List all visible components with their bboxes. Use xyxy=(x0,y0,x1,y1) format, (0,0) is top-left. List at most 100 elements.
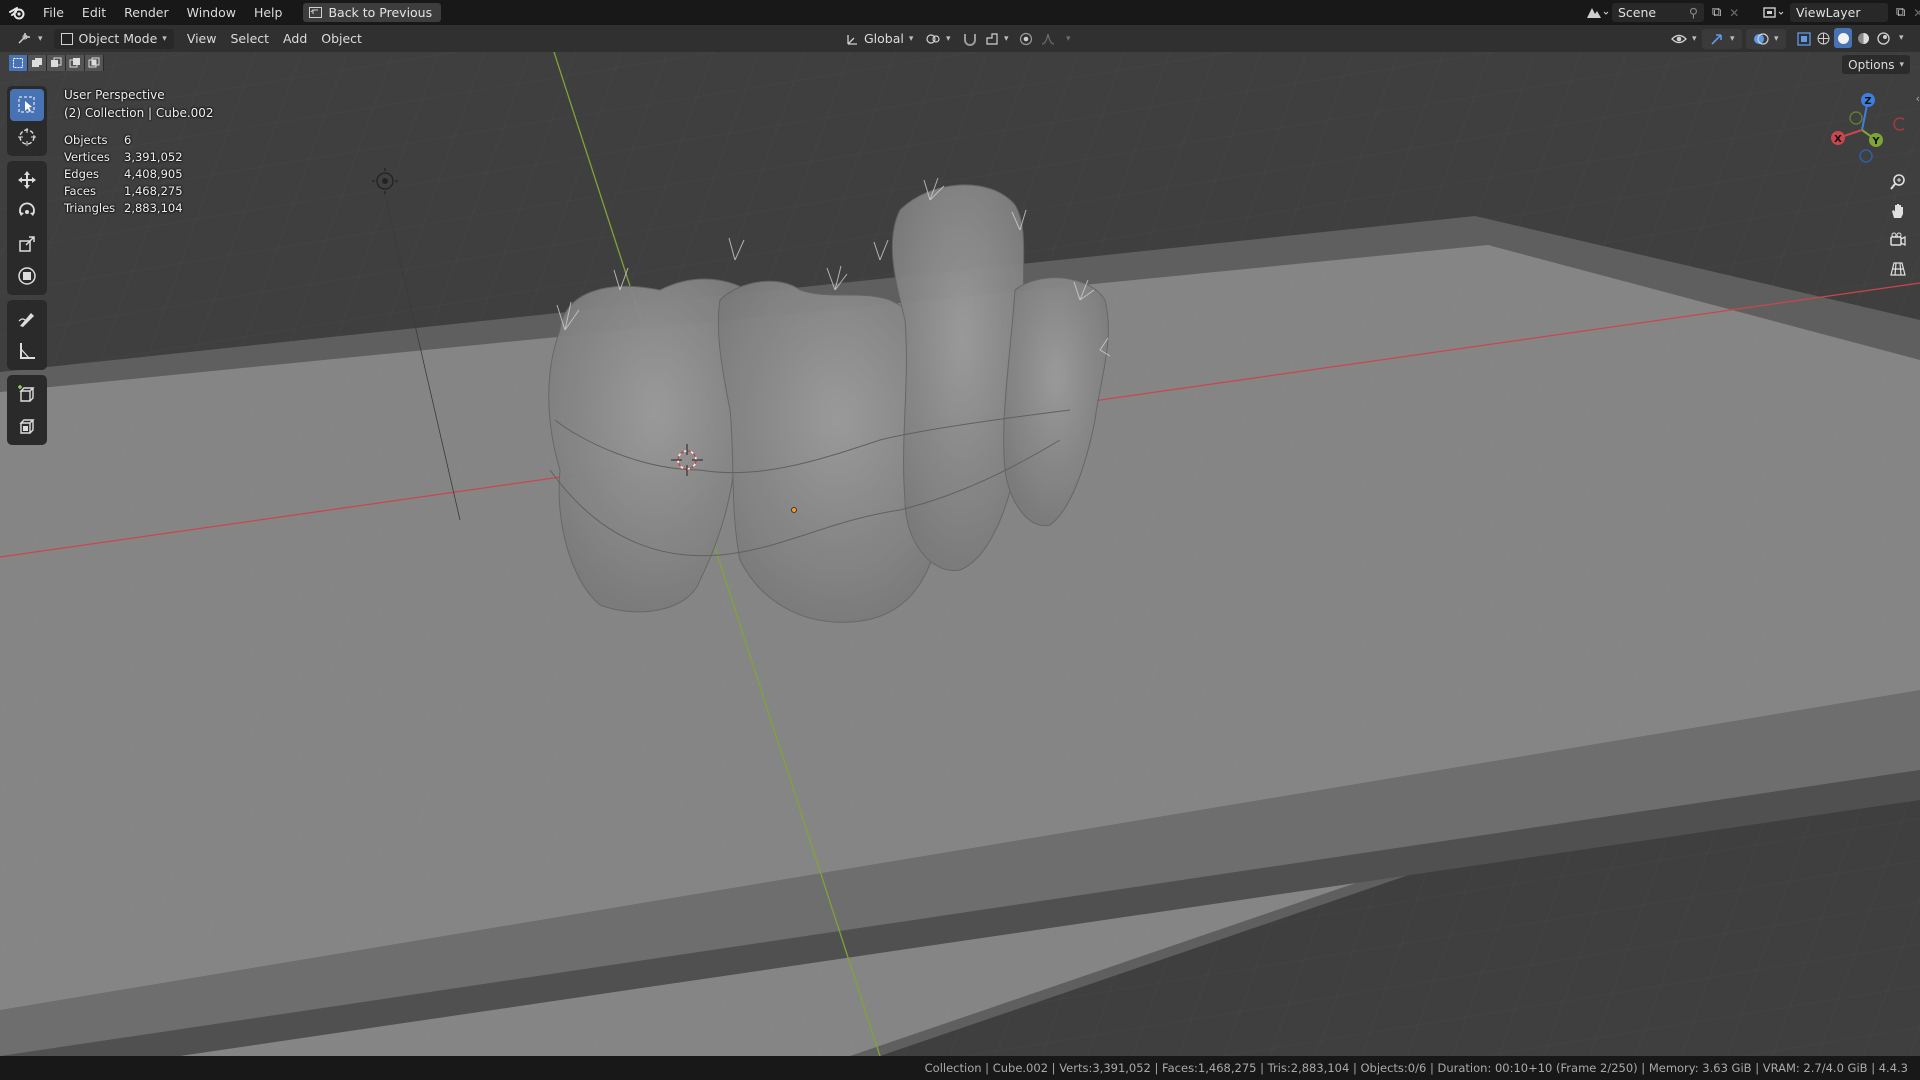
view-layer-name-field[interactable]: ViewLayer xyxy=(1796,5,1861,20)
gizmo-y-label: Y xyxy=(1871,136,1880,147)
object-origin xyxy=(791,507,797,513)
tool-group-add xyxy=(7,375,47,445)
gizmo-toggle[interactable]: ▾ xyxy=(1702,28,1742,49)
chevron-down-icon: ▾ xyxy=(908,33,914,44)
annotate-tool-icon[interactable] xyxy=(10,303,44,335)
add-object-tool-icon[interactable] xyxy=(10,410,44,442)
select-subtract-icon[interactable] xyxy=(47,55,66,71)
top-bar: File Edit Render Window Help Back to Pre… xyxy=(0,0,1920,25)
gizmo-x-label: X xyxy=(1834,134,1842,145)
camera-view-icon[interactable] xyxy=(1884,226,1912,254)
new-scene-icon[interactable]: ⧉ xyxy=(1712,5,1721,20)
stat-row: Triangles 2,883,104 xyxy=(64,201,183,215)
menu-help[interactable]: Help xyxy=(245,5,292,20)
wireframe-shading-icon[interactable] xyxy=(1814,28,1832,48)
visibility-dropdown[interactable]: ▾ xyxy=(1664,29,1704,49)
magnet-icon xyxy=(964,33,976,46)
3d-viewport-icon xyxy=(18,32,30,44)
menu-edit[interactable]: Edit xyxy=(73,5,115,20)
rotate-tool-icon[interactable] xyxy=(10,196,44,228)
move-tool-icon[interactable] xyxy=(10,164,44,196)
back-to-previous-button[interactable]: Back to Previous xyxy=(303,3,442,22)
orientation-label: Global xyxy=(864,31,904,46)
scale-tool-icon[interactable] xyxy=(10,228,44,260)
menu-object[interactable]: Object xyxy=(314,29,369,49)
falloff-dropdown[interactable]: ▾ xyxy=(1034,29,1078,49)
collection-line: (2) Collection | Cube.002 xyxy=(64,106,214,120)
editor-type-dropdown[interactable]: ▾ xyxy=(10,29,50,49)
solid-shading-icon[interactable] xyxy=(1834,28,1852,48)
falloff-curve-icon xyxy=(1041,33,1055,45)
options-dropdown[interactable]: Options ▾ xyxy=(1842,55,1910,74)
menu-select[interactable]: Select xyxy=(223,29,276,49)
delete-scene-icon[interactable]: ✕ xyxy=(1729,6,1739,20)
view-layer-icon xyxy=(1763,6,1784,18)
navigation-gizmo[interactable]: Z Y X xyxy=(1820,88,1904,172)
orientation-icon xyxy=(847,34,857,45)
chevron-down-icon: ▾ xyxy=(1004,33,1009,44)
pan-hand-icon[interactable] xyxy=(1884,197,1912,225)
snap-target-dropdown[interactable]: ▾ xyxy=(978,29,1016,49)
pivot-point-dropdown[interactable]: ▾ xyxy=(918,29,958,49)
cursor-tool-icon[interactable] xyxy=(10,121,44,153)
select-intersect-icon[interactable] xyxy=(85,55,104,71)
3d-viewport[interactable]: User Perspective (2) Collection | Cube.0… xyxy=(0,52,1920,1056)
chevron-down-icon: ▾ xyxy=(1066,33,1071,44)
scene-selector[interactable]: Scene ⚲ ⧉ ✕ xyxy=(1584,3,1739,22)
scene-icon xyxy=(1587,7,1609,18)
stat-row: Objects 6 xyxy=(64,133,132,147)
shading-modes: ▾ xyxy=(1814,28,1904,48)
tool-group-annotate xyxy=(7,300,47,370)
menu-view[interactable]: View xyxy=(180,29,224,49)
select-extend-icon[interactable] xyxy=(28,55,47,71)
chevron-down-icon: ▾ xyxy=(946,33,951,44)
scene-name-field[interactable]: Scene xyxy=(1618,5,1656,20)
shading-options-chevron-icon[interactable]: ▾ xyxy=(1899,33,1904,48)
tool-group-transform xyxy=(7,161,47,295)
back-icon xyxy=(309,7,323,18)
stat-row: Faces 1,468,275 xyxy=(64,184,183,198)
select-box-tool-icon[interactable] xyxy=(10,89,44,121)
view-name: User Perspective xyxy=(64,88,165,102)
menu-file[interactable]: File xyxy=(34,5,73,20)
chevron-down-icon: ▾ xyxy=(1692,33,1697,44)
rendered-shading-icon[interactable] xyxy=(1874,28,1892,48)
status-bar: Collection | Cube.002 | Verts:3,391,052 … xyxy=(0,1056,1920,1080)
mode-dropdown[interactable]: Object Mode ▾ xyxy=(53,28,174,49)
options-label: Options xyxy=(1848,57,1895,72)
xray-icon xyxy=(1797,31,1811,46)
select-new-icon[interactable] xyxy=(9,55,28,71)
gizmo-z-label: Z xyxy=(1864,96,1871,107)
select-invert-icon[interactable] xyxy=(66,55,85,71)
transform-tool-icon[interactable] xyxy=(10,260,44,292)
chevron-down-icon: ▾ xyxy=(1899,59,1904,70)
add-cube-tool-icon[interactable] xyxy=(10,378,44,410)
status-bar-text: Collection | Cube.002 | Verts:3,391,052 … xyxy=(924,1061,1908,1075)
zoom-icon[interactable] xyxy=(1884,168,1912,196)
gizmo-icon xyxy=(1711,33,1722,45)
chevron-down-icon: ▾ xyxy=(1774,33,1779,44)
material-shading-icon[interactable] xyxy=(1854,28,1872,48)
sidebar-toggle-icon[interactable]: ‹ xyxy=(1916,92,1920,105)
menu-render[interactable]: Render xyxy=(115,5,178,20)
scene-statistics: Objects 6 Vertices 3,391,052 Edges 4,408,90… xyxy=(64,132,183,217)
scene-render xyxy=(0,52,1920,1056)
menu-window[interactable]: Window xyxy=(178,5,245,20)
viewport-header: ▾ Object Mode ▾ View Select Add Object G… xyxy=(0,25,1920,52)
back-to-previous-label: Back to Previous xyxy=(328,5,433,20)
mode-label: Object Mode xyxy=(78,31,158,46)
pin-icon[interactable]: ⚲ xyxy=(1689,5,1698,20)
measure-tool-icon[interactable] xyxy=(10,335,44,367)
tool-group-select xyxy=(7,86,47,156)
delete-view-layer-icon[interactable]: ✕ xyxy=(1913,6,1920,20)
transform-orientation-dropdown[interactable]: Global ▾ xyxy=(838,29,920,49)
overlays-icon xyxy=(1754,32,1769,45)
stat-row: Edges 4,408,905 xyxy=(64,167,183,181)
blender-logo-icon[interactable] xyxy=(0,6,34,20)
perspective-toggle-icon[interactable] xyxy=(1884,255,1912,283)
object-mode-icon xyxy=(60,32,73,45)
view-layer-selector[interactable]: ViewLayer ⧉ ✕ xyxy=(1762,3,1920,22)
menu-add[interactable]: Add xyxy=(276,29,314,49)
overlays-toggle[interactable]: ▾ xyxy=(1746,28,1786,49)
new-view-layer-icon[interactable]: ⧉ xyxy=(1896,5,1905,20)
